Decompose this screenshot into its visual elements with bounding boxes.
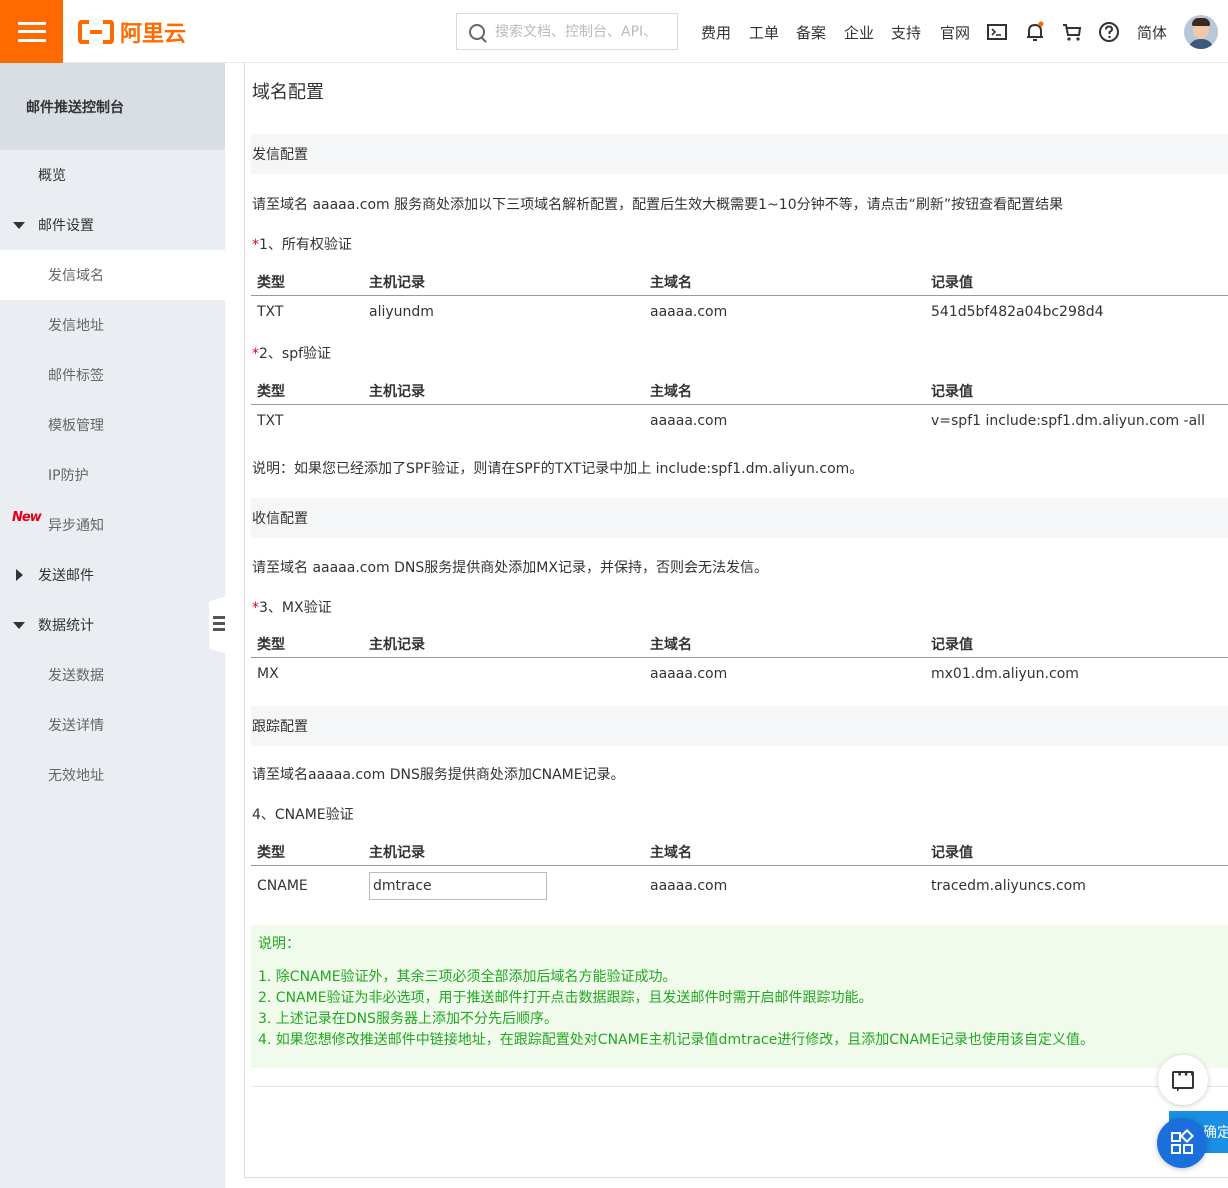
table-row: MX aaaaa.com mx01.dm.aliyun.com [257,666,1079,682]
sidebar-item-label: 异步通知 [48,518,104,534]
nav-ticket[interactable]: 工单 [749,22,779,43]
sidebar-item-label: IP防护 [48,468,89,484]
sidebar-item-send-mail[interactable]: 发送邮件 [0,550,225,600]
sidebar-item-label: 邮件设置 [38,218,94,234]
required-mark: * [252,237,259,253]
nav-enterprise[interactable]: 企业 [844,22,874,43]
sidebar-item-overview[interactable]: 概览 [0,150,225,200]
sidebar-item-label: 发送详情 [48,718,104,734]
table-header: 类型 主机记录 主域名 记录值 [251,266,1228,296]
search-box[interactable] [456,13,678,50]
new-badge: New [12,510,42,525]
required-mark: * [252,600,259,616]
chat-button[interactable] [1158,1055,1208,1105]
sidebar-item-label: 发信域名 [48,268,104,284]
search-input[interactable] [495,23,665,40]
divider [251,1086,1228,1087]
sidebar-item-label: 发信地址 [48,318,104,334]
hamburger-icon [17,21,46,42]
sidebar-item-sender-domain[interactable]: 发信域名 [0,250,225,300]
table-row: TXT aaaaa.com v=spf1 include:spf1.dm.aliyu… [257,413,1205,429]
hamburger-menu-button[interactable] [0,0,63,63]
mx-label: *3、MX验证 [252,600,332,616]
nav-official-site[interactable]: 官网 [940,22,970,43]
logo-text: 阿里云 [120,22,187,47]
table-row: CNAME aaaaa.com tracedm.aliyuncs.com [251,869,1228,905]
user-avatar[interactable] [1184,15,1218,49]
section-send-config: 发信配置 [251,134,1228,174]
sidebar-collapse-toggle[interactable] [209,596,227,654]
cart-icon[interactable] [1061,21,1083,43]
spf-note: 说明：如果您已经添加了SPF验证，则请在SPF的TXT记录中加上 include… [252,461,864,477]
sidebar-item-templates[interactable]: 模板管理 [0,400,225,450]
cname-host-input[interactable] [369,872,547,900]
sidebar-item-send-data[interactable]: 发送数据 [0,650,225,700]
top-bar: 阿里云 费用 工单 备案 企业 支持 官网 简体 [0,0,1228,63]
main-content: 域名配置 发信配置 请至域名 aaaaa.com 服务商处添加以下三项域名解析配… [244,63,1228,1178]
collapse-icon [213,616,225,632]
sidebar-item-label: 概览 [38,168,66,184]
sidebar-item-send-details[interactable]: 发送详情 [0,700,225,750]
section-receive-config: 收信配置 [251,498,1228,538]
sidebar-item-invalid-address[interactable]: 无效地址 [0,750,225,800]
note-item: 2. CNAME验证为非必选项，用于推送邮件打开点击数据跟踪，且发送邮件时需开启… [258,990,873,1006]
sidebar-item-label: 发送邮件 [38,568,94,584]
table-header: 类型 主机记录 主域名 记录值 [251,836,1228,866]
aliyun-logo[interactable]: 阿里云 [78,18,187,47]
caret-down-icon [13,622,25,629]
caret-down-icon [13,222,25,229]
sidebar-item-statistics[interactable]: 数据统计 [0,600,225,650]
note-item: 1. 除CNAME验证外，其余三项必须全部添加后域名方能验证成功。 [258,969,677,985]
caret-right-icon [16,569,23,581]
apps-button[interactable] [1157,1118,1207,1168]
bell-icon[interactable] [1024,21,1046,43]
apps-icon [1171,1128,1195,1154]
help-icon[interactable] [1098,21,1120,43]
notes-title: 说明： [258,936,300,952]
sidebar-item-ip-protection[interactable]: IP防护 [0,450,225,500]
sidebar-item-sender-address[interactable]: 发信地址 [0,300,225,350]
search-icon [469,23,485,40]
table-header: 类型 主机记录 主域名 记录值 [251,628,1228,658]
terminal-icon[interactable] [986,21,1008,43]
nav-icp[interactable]: 备案 [796,22,826,43]
track-config-desc: 请至域名aaaaa.com DNS服务提供商处添加CNAME记录。 [252,767,625,783]
sidebar-item-mail-tags[interactable]: 邮件标签 [0,350,225,400]
section-track-config: 跟踪配置 [251,706,1228,746]
note-item: 4. 如果您想修改推送邮件中链接地址，在跟踪配置处对CNAME主机记录值dmtr… [258,1032,1094,1048]
page-title: 域名配置 [252,82,324,103]
nav-support[interactable]: 支持 [891,22,921,43]
table-row: TXT aliyundm aaaaa.com 541d5bf482a04bc298d4 [257,304,1104,320]
note-item: 3. 上述记录在DNS服务器上添加不分先后顺序。 [258,1011,558,1027]
sidebar-title: 邮件推送控制台 [0,63,225,150]
receive-config-desc: 请至域名 aaaaa.com DNS服务提供商处添加MX记录，并保持，否则会无法… [252,560,768,576]
sidebar-item-label: 邮件标签 [48,368,104,384]
cname-label: 4、CNAME验证 [252,807,354,823]
table-header: 类型 主机记录 主域名 记录值 [251,375,1228,405]
language-switch[interactable]: 简体 [1137,22,1167,43]
send-config-desc: 请至域名 aaaaa.com 服务商处添加以下三项域名解析配置，配置后生效大概需… [252,197,1064,213]
aliyun-logo-icon [78,20,114,44]
chat-icon [1172,1067,1196,1092]
sidebar-item-async-notify[interactable]: New 异步通知 [0,500,225,550]
ownership-label: *1、所有权验证 [252,237,352,253]
sidebar-item-label: 数据统计 [38,618,94,634]
notes-box: 说明： 1. 除CNAME验证外，其余三项必须全部添加后域名方能验证成功。 2.… [251,925,1228,1068]
nav-billing[interactable]: 费用 [701,22,731,43]
sidebar-item-label: 无效地址 [48,768,104,784]
sidebar-item-mail-settings[interactable]: 邮件设置 [0,200,225,250]
sidebar-item-label: 模板管理 [48,418,104,434]
required-mark: * [252,346,259,362]
spf-label: *2、spf验证 [252,346,332,362]
sidebar-item-label: 发送数据 [48,668,104,684]
